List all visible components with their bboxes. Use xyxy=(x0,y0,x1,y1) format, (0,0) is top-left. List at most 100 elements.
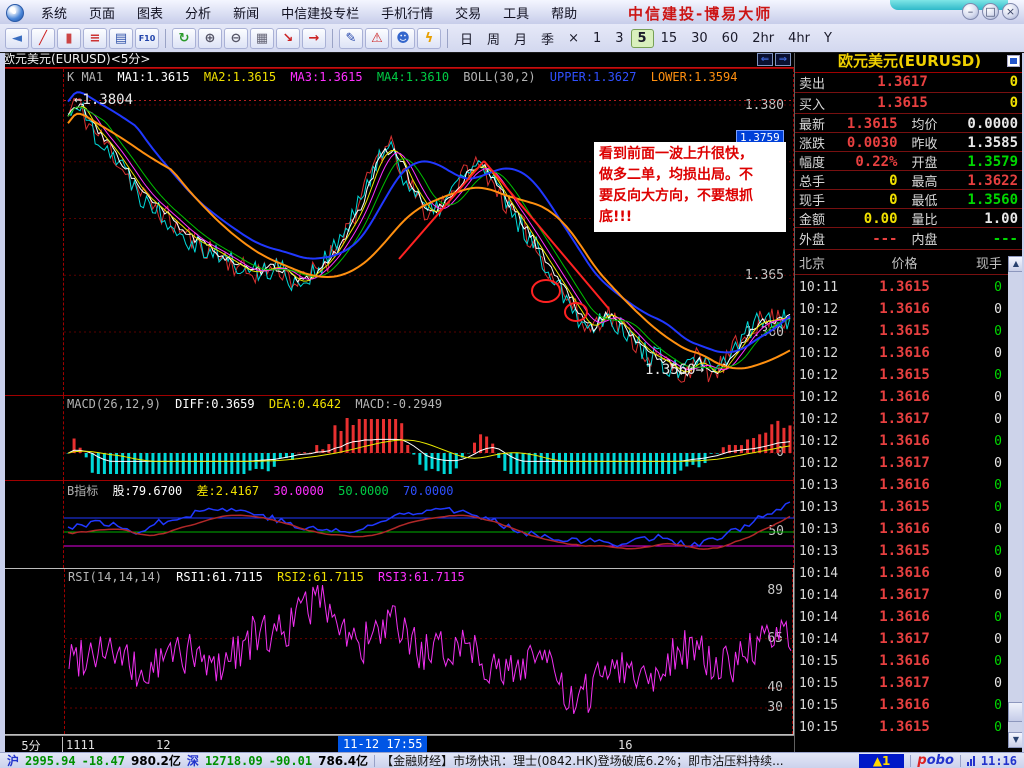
cursor-time-tag: 11-12 17:55 xyxy=(338,736,427,752)
kline-chart-icon[interactable]: ▮ xyxy=(57,28,81,49)
back-icon[interactable]: ◄ xyxy=(5,28,29,49)
buy-label: 买入 xyxy=(795,94,841,113)
macd-pane[interactable]: 0 MACD(26,12,9) DIFF:0.3659 DEA:0.4642 M… xyxy=(0,395,794,480)
panel-layout-icon[interactable] xyxy=(1007,55,1020,67)
period-button-日[interactable]: 日 xyxy=(453,27,480,50)
tape-volume: 0 xyxy=(952,434,1008,449)
quote-label: 昨收 xyxy=(908,133,956,152)
chart-caption: 欧元美元(EURUSD)<5分> xyxy=(3,52,150,66)
period-button-1[interactable]: 1 xyxy=(586,29,608,48)
rsi-pane[interactable]: 89654030 RSI(14,14,14) RSI1:61.7115 RSI2… xyxy=(0,568,794,735)
trade-note-annotation[interactable]: 看到前面一波上升很快， 做多二单，均损出局。不 要反向大方向，不要想抓 底!!! xyxy=(594,142,786,232)
tape-row: 10:141.36160 xyxy=(795,606,1008,628)
main-plot-area[interactable] xyxy=(63,69,794,395)
tape-row: 10:121.36160 xyxy=(795,386,1008,408)
menu-item-3[interactable]: 分析 xyxy=(174,0,222,25)
buy-price: 1.3615 xyxy=(841,95,964,111)
tape-header-col: 北京 xyxy=(795,253,857,272)
tape-row: 10:141.36160 xyxy=(795,562,1008,584)
period-button-周[interactable]: 周 xyxy=(480,27,507,50)
period-button-15[interactable]: 15 xyxy=(654,29,685,48)
sh-change-value: -18.47 xyxy=(82,754,125,768)
quote-label: 最新 xyxy=(795,114,839,133)
period-button-30[interactable]: 30 xyxy=(684,29,715,48)
quote-value: --- xyxy=(839,231,908,247)
report-icon[interactable]: ▤ xyxy=(109,28,133,49)
menu-item-6[interactable]: 手机行情 xyxy=(370,0,444,25)
menu-item-7[interactable]: 交易 xyxy=(444,0,492,25)
quote-label: 外盘 xyxy=(795,229,839,248)
ma4-value: MA4:1.3610 xyxy=(377,70,449,84)
period-button-60[interactable]: 60 xyxy=(715,29,746,48)
tape-price: 1.3616 xyxy=(857,301,952,317)
menu-item-2[interactable]: 图表 xyxy=(126,0,174,25)
quote-value: 1.00 xyxy=(956,211,1024,227)
ma2-value: MA2:1.3615 xyxy=(204,70,276,84)
period-button-Y[interactable]: Y xyxy=(817,29,839,48)
sz-change-value: -90.01 xyxy=(269,754,312,768)
menu-item-5[interactable]: 中信建投专栏 xyxy=(270,0,370,25)
prev-chart-button[interactable]: ⇐ xyxy=(757,53,773,66)
hand-icon[interactable]: ▦ xyxy=(250,28,274,49)
tape-volume: 0 xyxy=(952,456,1008,471)
flash-icon[interactable]: ϟ xyxy=(417,28,441,49)
buy-qty: 0 xyxy=(964,95,1024,111)
tape-time: 10:12 xyxy=(795,412,857,427)
menu-item-9[interactable]: 帮助 xyxy=(540,0,588,25)
quote-value: --- xyxy=(956,231,1024,247)
quote-label: 涨跌 xyxy=(795,133,839,152)
draw-line-icon[interactable]: ✎ xyxy=(339,28,363,49)
line-chart-icon[interactable]: ╱ xyxy=(31,28,55,49)
app-icon[interactable] xyxy=(6,4,24,22)
tape-row: 10:151.36160 xyxy=(795,650,1008,672)
b-indicator-pane[interactable]: 50 B指标 股:79.6700 差:2.4167 30.0000 50.000… xyxy=(0,480,794,568)
tape-volume: 0 xyxy=(952,346,1008,361)
tape-volume: 0 xyxy=(952,610,1008,625)
tape-time: 10:12 xyxy=(795,390,857,405)
ma1-value: MA1:1.3615 xyxy=(117,70,189,84)
period-button-×[interactable]: × xyxy=(561,29,586,48)
quote-label: 最低 xyxy=(908,190,956,209)
quote-value: 1.3560 xyxy=(956,192,1024,208)
period-button-5[interactable]: 5 xyxy=(631,29,654,48)
refresh-icon[interactable]: ↻ xyxy=(172,28,196,49)
period-button-2hr[interactable]: 2hr xyxy=(745,29,781,48)
period-button-3[interactable]: 3 xyxy=(608,29,630,48)
zoom-in-icon[interactable]: ⊕ xyxy=(198,28,222,49)
quote-label: 开盘 xyxy=(908,152,956,171)
boll-upper-value: UPPER:1.3627 xyxy=(550,70,637,84)
next-chart-button[interactable]: ⇒ xyxy=(775,53,791,66)
quote-row-6: 外盘---内盘--- xyxy=(795,228,1024,250)
alert-indicator[interactable]: ▲1 xyxy=(859,754,905,768)
menu-item-0[interactable]: 系统 xyxy=(30,0,78,25)
menu-item-1[interactable]: 页面 xyxy=(78,0,126,25)
alarm-icon[interactable]: ⚠ xyxy=(365,28,389,49)
period-button-月[interactable]: 月 xyxy=(507,27,534,50)
menu-item-8[interactable]: 工具 xyxy=(492,0,540,25)
status-bar: 沪 2995.94 -18.47 980.2亿 深 12718.09 -90.0… xyxy=(0,752,1024,768)
users-icon[interactable]: ☻ xyxy=(391,28,415,49)
tape-time: 10:12 xyxy=(795,434,857,449)
close-button[interactable]: × xyxy=(1002,3,1019,20)
news-ticker[interactable]: 【金融财经】市场快讯：理士(0842.HK)登场破底6.2%；即市沽压料持续..… xyxy=(381,752,853,768)
tape-price: 1.3615 xyxy=(857,543,952,559)
rsi-plot-area[interactable] xyxy=(64,569,793,734)
quote-list-icon[interactable]: ≡ xyxy=(83,28,107,49)
statusbar-divider xyxy=(910,755,911,767)
quote-row-4: 现手0最低1.3560 xyxy=(795,190,1024,209)
menu-item-4[interactable]: 新闻 xyxy=(222,0,270,25)
tape-volume: 0 xyxy=(952,720,1008,735)
toolbar-separator xyxy=(447,29,448,48)
f10-icon[interactable]: F10 xyxy=(135,28,159,49)
window-next-icon[interactable]: ↘ xyxy=(276,28,300,49)
restore-button[interactable]: □ xyxy=(982,3,999,20)
application-window: 系统页面图表分析新闻中信建投专栏手机行情交易工具帮助 中信建投-博易大师 –□×… xyxy=(0,0,1024,768)
tape-volume: 0 xyxy=(952,500,1008,515)
toolbar: ◄╱▮≡▤F10 ↻⊕⊖▦↘→ ✎⚠☻ϟ日周月季×1351530602hr4hrY xyxy=(0,24,1024,53)
period-button-季[interactable]: 季 xyxy=(534,27,561,50)
period-button-4hr[interactable]: 4hr xyxy=(781,29,817,48)
tape-time: 10:13 xyxy=(795,500,857,515)
zoom-out-icon[interactable]: ⊖ xyxy=(224,28,248,49)
minimize-button[interactable]: – xyxy=(962,3,979,20)
page-jump-icon[interactable]: → xyxy=(302,28,326,49)
